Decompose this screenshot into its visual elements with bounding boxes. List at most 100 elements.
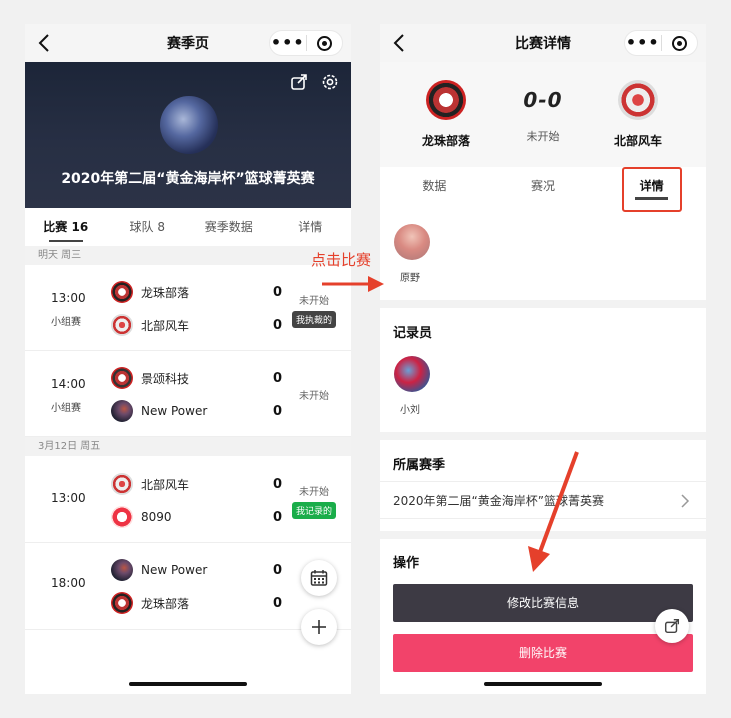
match-time: 18:00: [51, 576, 86, 590]
annotation-label: 点击比赛: [311, 251, 372, 269]
chevron-right-icon: [681, 494, 690, 508]
team-logo: [111, 314, 133, 336]
team-score: 0: [273, 477, 283, 492]
team-home: 龙珠部落: [111, 281, 189, 303]
navbar: 比赛详情 •••: [380, 24, 706, 62]
match-header: 龙珠部落 0-0 未开始 北部风车: [380, 62, 706, 167]
edit-match-button[interactable]: 修改比赛信息: [393, 584, 693, 622]
season-page-screen: 赛季页 ••• 2020年第二届“黄金海岸杯”篮球菁英赛 比赛 16 球队 8 …: [25, 24, 351, 694]
season-title: 2020年第二届“黄金海岸杯”篮球菁英赛: [61, 171, 315, 187]
page-title: 比赛详情: [515, 36, 571, 52]
team-name: 龙珠部落: [141, 596, 190, 611]
team-away: 龙珠部落: [111, 592, 189, 614]
team-name: New Power: [141, 404, 208, 418]
team-score: 0: [273, 285, 283, 300]
target-icon[interactable]: [661, 35, 697, 51]
date-header: 明天 周三: [25, 246, 351, 265]
season-logo: [160, 96, 218, 154]
calendar-icon[interactable]: [301, 560, 337, 596]
tab-matches[interactable]: 比赛 16: [25, 208, 107, 246]
recorder-avatar[interactable]: [394, 356, 430, 392]
section-divider: [380, 300, 706, 308]
team-score: 0: [273, 563, 283, 578]
team-logo: [618, 80, 658, 120]
settings-icon[interactable]: [320, 72, 340, 92]
team-logo: [111, 367, 133, 389]
team-home: 景颂科技: [111, 367, 189, 389]
recorder-section-title: 记录员: [393, 326, 433, 341]
match-status: 未开始: [299, 296, 329, 307]
highlight-box: [622, 167, 682, 212]
target-icon[interactable]: [306, 35, 342, 51]
season-section-title: 所属赛季: [393, 458, 446, 473]
recorder-name: 小刘: [400, 405, 420, 416]
navbar: 赛季页 •••: [25, 24, 351, 62]
plus-icon[interactable]: [301, 609, 337, 645]
referee-avatar[interactable]: [394, 224, 430, 260]
team-home: New Power: [111, 559, 207, 581]
team-score: 0: [273, 510, 283, 525]
team-away: 8090: [111, 506, 172, 528]
team-name: 景颂科技: [141, 371, 190, 386]
match-row[interactable]: 14:00 小组赛 景颂科技 New Power 0 0 未开始: [25, 351, 351, 437]
back-icon[interactable]: [392, 33, 406, 53]
season-name: 2020年第二届“黄金海岸杯”篮球菁英赛: [393, 494, 604, 508]
season-link[interactable]: 2020年第二届“黄金海岸杯”篮球菁英赛: [380, 481, 706, 519]
team-name: 北部风车: [141, 318, 190, 333]
section-divider: [380, 432, 706, 440]
team-score: 0: [273, 318, 283, 333]
team-logo: [111, 559, 133, 581]
match-row[interactable]: 13:00 小组赛 龙珠部落 北部风车 0 0 未开始 我执裁的: [25, 265, 351, 351]
match-row[interactable]: 13:00 北部风车 8090 0 0 未开始 我记录的: [25, 456, 351, 543]
home-indicator: [484, 682, 602, 686]
share-icon[interactable]: [289, 72, 309, 92]
tab-details[interactable]: 详情: [270, 208, 352, 246]
tab-teams[interactable]: 球队 8: [107, 208, 189, 246]
referee-badge: 我执裁的: [292, 311, 337, 328]
tab-season-stats[interactable]: 赛季数据: [188, 208, 270, 246]
team-away: New Power: [111, 400, 207, 422]
team-logo: [111, 506, 133, 528]
season-banner: 2020年第二届“黄金海岸杯”篮球菁英赛: [25, 62, 351, 208]
match-stage: 小组赛: [51, 317, 81, 328]
share-icon[interactable]: [655, 609, 689, 643]
team-score: 0: [273, 596, 283, 611]
mini-program-capsule: •••: [624, 30, 698, 56]
team-logo: [111, 473, 133, 495]
match-status: 未开始: [299, 391, 329, 402]
more-icon[interactable]: •••: [270, 35, 306, 51]
match-row[interactable]: 18:00 New Power 龙珠部落 0 0: [25, 543, 351, 630]
team-name: 北部风车: [613, 134, 662, 148]
team-away: 北部风车: [111, 314, 189, 336]
team-logo: [111, 281, 133, 303]
section-divider: [380, 531, 706, 539]
ops-section-title: 操作: [393, 556, 420, 571]
home-indicator: [129, 682, 247, 686]
match-time: 14:00: [51, 377, 86, 391]
match-stage: 小组赛: [51, 403, 81, 414]
away-team[interactable]: 北部风车: [588, 80, 688, 149]
date-header: 3月12日 周五: [25, 437, 351, 456]
team-name: 8090: [141, 510, 172, 524]
mini-program-capsule: •••: [269, 30, 343, 56]
back-icon[interactable]: [37, 33, 51, 53]
match-status: 未开始: [299, 487, 329, 498]
team-home: 北部风车: [111, 473, 189, 495]
tab-data[interactable]: 数据: [380, 167, 489, 205]
team-logo: [111, 400, 133, 422]
match-detail-screen: 比赛详情 ••• 龙珠部落 0-0 未开始 北部风车 数据 赛况 详情 原野 记…: [380, 24, 706, 694]
delete-match-button[interactable]: 删除比赛: [393, 634, 693, 672]
match-time: 13:00: [51, 291, 86, 305]
page-title: 赛季页: [167, 36, 209, 52]
team-score: 0: [273, 371, 283, 386]
team-name: 北部风车: [141, 477, 190, 492]
tab-live[interactable]: 赛况: [489, 167, 598, 205]
team-name: New Power: [141, 563, 208, 577]
more-icon[interactable]: •••: [625, 35, 661, 51]
team-logo: [111, 592, 133, 614]
season-tabs: 比赛 16 球队 8 赛季数据 详情: [25, 208, 351, 246]
referee-name: 原野: [400, 273, 420, 284]
recorder-badge: 我记录的: [292, 502, 337, 519]
team-score: 0: [273, 404, 283, 419]
match-time: 13:00: [51, 491, 86, 505]
